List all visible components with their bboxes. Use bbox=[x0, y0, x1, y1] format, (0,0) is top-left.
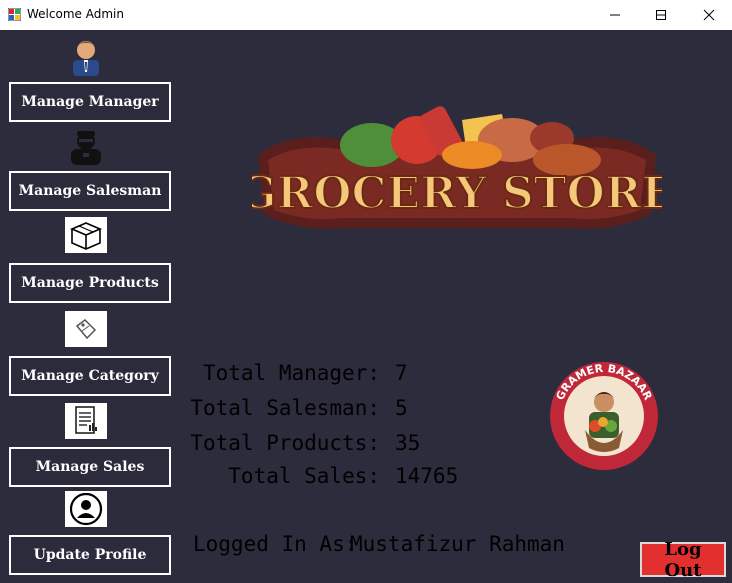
manage-manager-button[interactable]: Manage Manager bbox=[9, 82, 171, 122]
total-sales-label: Total Sales: bbox=[228, 464, 380, 488]
maximize-button[interactable] bbox=[638, 0, 684, 30]
logged-in-name: Mustafizur Rahman bbox=[350, 532, 565, 556]
total-manager-value: 7 bbox=[395, 361, 408, 385]
total-sales-value: 14765 bbox=[395, 464, 459, 488]
salesman-icon bbox=[71, 131, 101, 165]
total-products-label: Total Products: bbox=[190, 431, 380, 455]
profile-user-tile bbox=[65, 491, 107, 527]
profile-user-icon bbox=[69, 492, 103, 526]
total-products-value: 35 bbox=[395, 431, 421, 455]
logo-text: GROCERY STORE bbox=[252, 168, 662, 219]
total-manager-label: Total Manager: bbox=[202, 361, 380, 385]
app-window: Welcome Admin Manage Manager Manage Sale… bbox=[0, 0, 732, 583]
gramer-bazaar-badge: GRAMER BAZAAR bbox=[550, 362, 658, 470]
product-box-tile bbox=[65, 217, 107, 253]
minimize-icon bbox=[610, 14, 620, 16]
manage-products-button[interactable]: Manage Products bbox=[9, 263, 171, 303]
manage-salesman-button[interactable]: Manage Salesman bbox=[9, 171, 171, 211]
minimize-button[interactable] bbox=[592, 0, 638, 30]
log-out-button[interactable]: Log Out bbox=[640, 539, 726, 581]
product-box-icon bbox=[69, 222, 103, 250]
close-icon bbox=[703, 9, 715, 21]
window-title: Welcome Admin bbox=[27, 7, 124, 21]
maximize-icon bbox=[656, 10, 666, 20]
close-button[interactable] bbox=[686, 0, 732, 30]
app-icon bbox=[8, 8, 21, 21]
total-salesman-value: 5 bbox=[395, 396, 408, 420]
category-tag-icon bbox=[75, 319, 97, 340]
grocery-store-logo: GROCERY STORE bbox=[252, 106, 662, 229]
category-tag-tile bbox=[65, 311, 107, 347]
total-salesman-label: Total Salesman: bbox=[190, 396, 380, 420]
update-profile-button[interactable]: Update Profile bbox=[9, 535, 171, 575]
logged-in-label: Logged In As: bbox=[193, 532, 358, 556]
manager-person-icon bbox=[73, 41, 99, 76]
